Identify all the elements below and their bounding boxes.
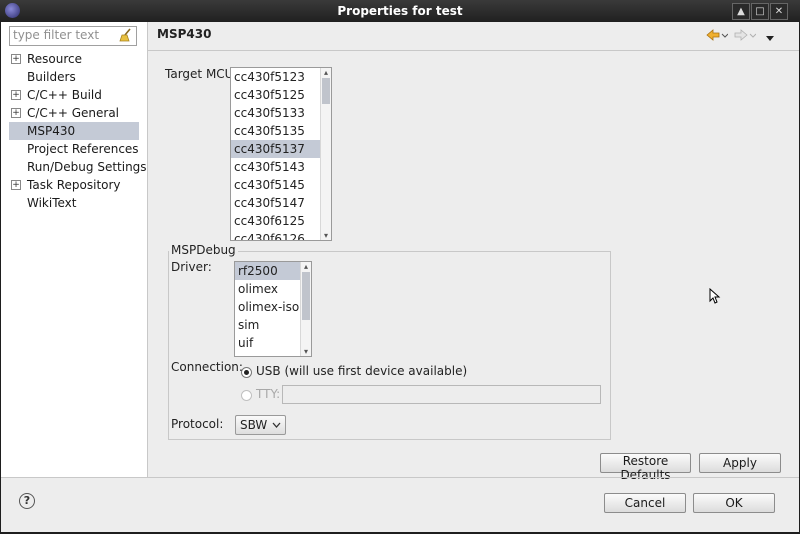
tree-item-label: C/C++ General <box>27 106 120 120</box>
tree-item-c-c-general[interactable]: + C/C++ General <box>1 104 147 122</box>
left-panel: + Resource Builders + C/C++ Build + C/C++ Gene… <box>1 22 148 477</box>
tree-item-label: Builders <box>27 70 76 84</box>
target-mcu-label: Target MCU: <box>165 67 238 81</box>
preference-tree: + Resource Builders + C/C++ Build + C/C++ Gene… <box>1 50 147 212</box>
expand-icon[interactable]: + <box>11 54 21 64</box>
ok-button[interactable]: OK <box>693 493 775 513</box>
view-menu-icon[interactable] <box>765 31 775 45</box>
protocol-select[interactable]: SBW <box>235 415 286 435</box>
mouse-pointer-icon <box>709 288 721 304</box>
tree-item-wikitext[interactable]: WikiText <box>1 194 147 212</box>
tree-item-builders[interactable]: Builders <box>1 68 147 86</box>
cancel-button[interactable]: Cancel <box>604 493 686 513</box>
expand-icon[interactable]: + <box>11 180 21 190</box>
connection-label: Connection: <box>171 360 243 374</box>
header-separator <box>148 50 799 51</box>
tty-option-label: TTY: <box>256 387 281 401</box>
scroll-down-icon[interactable]: ▾ <box>321 231 331 240</box>
tree-item-run-debug-settings[interactable]: Run/Debug Settings <box>1 158 147 176</box>
restore-defaults-button[interactable]: Restore Defaults <box>600 453 691 482</box>
mcu-list-scrollbar[interactable]: ▴ ▾ <box>320 68 331 240</box>
filter-input[interactable] <box>10 27 117 43</box>
target-mcu-list[interactable]: cc430f5123 cc430f5125 cc430f5133 cc430f5135… <box>230 67 332 241</box>
mspdebug-group-title: MSPDebug <box>169 243 238 257</box>
mcu-list-item[interactable]: cc430f5125 <box>231 86 331 104</box>
chevron-down-icon <box>272 422 281 428</box>
back-arrow-icon[interactable] <box>706 29 729 44</box>
apply-button[interactable]: Apply <box>699 453 781 473</box>
tree-item-task-repository[interactable]: + Task Repository <box>1 176 147 194</box>
scroll-thumb[interactable] <box>302 272 310 320</box>
window-up-button[interactable]: ▲ <box>732 3 750 20</box>
expand-icon[interactable]: + <box>11 108 21 118</box>
page-area: MSP430 Target MCU: cc430f5123 cc430f5125 c… <box>148 22 799 482</box>
tree-item-label: Resource <box>27 52 83 66</box>
driver-list[interactable]: rf2500 olimex olimex-iso sim uif ▴ ▾ <box>234 261 312 357</box>
mcu-list-item[interactable]: cc430f5145 <box>231 176 331 194</box>
window-close-button[interactable]: ✕ <box>770 3 788 20</box>
mcu-list-item[interactable]: cc430f6126 <box>231 230 331 240</box>
tree-item-label: Run/Debug Settings <box>27 160 147 174</box>
mcu-list-item[interactable]: cc430f5143 <box>231 158 331 176</box>
tty-input[interactable] <box>282 385 601 404</box>
page-title: MSP430 <box>157 27 212 41</box>
forward-arrow-icon[interactable] <box>734 29 757 44</box>
tree-item-label: WikiText <box>27 196 77 210</box>
mcu-list-item[interactable]: cc430f5137 <box>231 140 331 158</box>
driver-label: Driver: <box>171 260 212 274</box>
protocol-value: SBW <box>240 418 268 432</box>
clear-filter-icon[interactable] <box>119 28 133 42</box>
tree-item-label: C/C++ Build <box>27 88 102 102</box>
scroll-up-icon[interactable]: ▴ <box>321 68 331 77</box>
tree-item-label: Task Repository <box>27 178 121 192</box>
usb-radio[interactable] <box>241 367 252 378</box>
mcu-list-item[interactable]: cc430f5133 <box>231 104 331 122</box>
tree-item-label: MSP430 <box>27 124 76 138</box>
tree-item-label: Project References <box>27 142 139 156</box>
tree-item-msp430[interactable]: MSP430 <box>9 122 139 140</box>
window-maximize-button[interactable]: □ <box>751 3 769 20</box>
expand-icon[interactable]: + <box>11 90 21 100</box>
mcu-list-item[interactable]: cc430f5147 <box>231 194 331 212</box>
mcu-list-item[interactable]: cc430f5123 <box>231 68 331 86</box>
tree-item-resource[interactable]: + Resource <box>1 50 147 68</box>
tree-item-project-references[interactable]: Project References <box>1 140 147 158</box>
window-title: Properties for test <box>337 4 463 18</box>
filter-box <box>9 26 137 46</box>
scroll-up-icon[interactable]: ▴ <box>301 262 311 271</box>
tty-radio[interactable] <box>241 390 252 401</box>
protocol-label: Protocol: <box>171 417 224 431</box>
tree-item-c-c-build[interactable]: + C/C++ Build <box>1 86 147 104</box>
footer-separator <box>1 477 799 478</box>
window-titlebar: Properties for test ▲ □ ✕ <box>0 0 800 22</box>
properties-dialog: + Resource Builders + C/C++ Build + C/C++ Gene… <box>1 22 799 532</box>
usb-option-label: USB (will use first device available) <box>256 364 468 378</box>
scroll-down-icon[interactable]: ▾ <box>301 347 311 356</box>
mcu-list-item[interactable]: cc430f5135 <box>231 122 331 140</box>
driver-list-scrollbar[interactable]: ▴ ▾ <box>300 262 311 356</box>
scroll-thumb[interactable] <box>322 78 330 104</box>
help-icon[interactable]: ? <box>19 493 35 509</box>
mcu-list-item[interactable]: cc430f6125 <box>231 212 331 230</box>
